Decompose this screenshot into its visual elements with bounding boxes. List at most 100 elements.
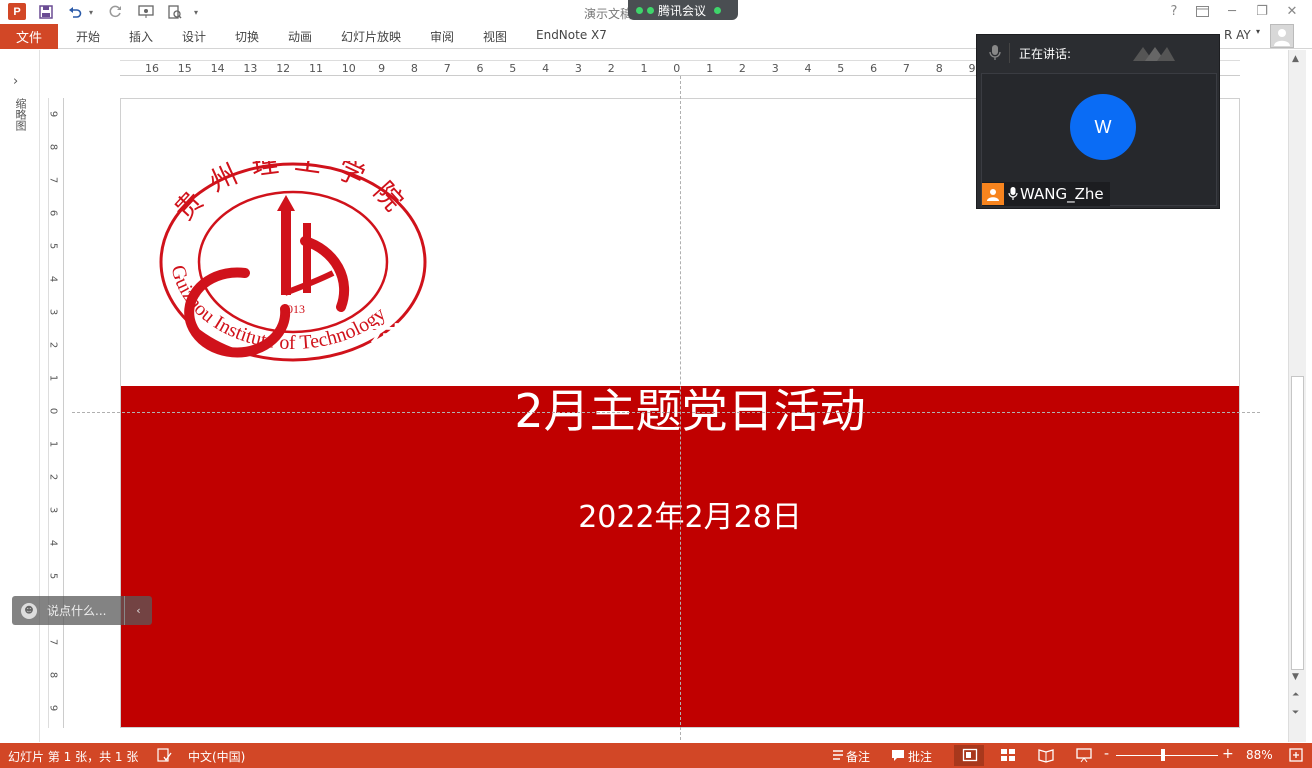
participant-mic-icon: [1008, 187, 1018, 200]
ribbon-display-options-icon[interactable]: [1192, 2, 1212, 20]
title-bar: P ▾ ▾ 演示文稿 腾讯会议 ? ─ ❐ ✕: [0, 0, 1312, 24]
redo-icon[interactable]: [106, 3, 124, 21]
ruler-tick-label: 1: [706, 62, 714, 75]
tab-home[interactable]: 开始: [76, 28, 100, 45]
ruler-tick-label: 13: [243, 62, 258, 75]
host-badge-icon: [982, 183, 1004, 205]
ruler-tick-label: 5: [509, 62, 517, 75]
zoom-slider-thumb[interactable]: [1160, 749, 1165, 761]
print-preview-icon[interactable]: [166, 3, 184, 21]
ruler-tick-label: 5: [47, 242, 59, 250]
customize-toolbar-icon[interactable]: ▾: [190, 3, 202, 21]
tab-insert[interactable]: 插入: [129, 28, 153, 45]
zoom-slider-track[interactable]: [1116, 755, 1218, 756]
reading-view-icon[interactable]: [1038, 747, 1054, 763]
comments-button[interactable]: 批注: [908, 748, 932, 765]
ruler-tick-label: 9: [968, 62, 976, 75]
meeting-header: 正在讲话:: [977, 35, 1219, 71]
comments-icon[interactable]: [890, 747, 906, 763]
network-dot-icon: [647, 6, 654, 14]
scroll-up-icon[interactable]: ▲: [1292, 54, 1299, 64]
vertical-smart-guide: [680, 76, 681, 740]
document-title: 演示文稿: [584, 7, 633, 21]
chat-input-widget[interactable]: ☻ 说点什么... ‹: [12, 596, 152, 625]
ruler-tick-label: 2: [738, 62, 746, 75]
ruler-tick-label: 3: [47, 506, 59, 514]
vertical-ruler: 9876543210123456789: [48, 98, 64, 728]
zoom-level[interactable]: 88%: [1246, 748, 1273, 762]
logo-top-text: 贵州理工学院: [169, 161, 418, 228]
close-button[interactable]: ✕: [1282, 2, 1302, 20]
scrollbar-thumb[interactable]: [1291, 376, 1304, 670]
help-icon[interactable]: ?: [1164, 2, 1184, 20]
tab-file[interactable]: 文件: [0, 24, 58, 49]
ruler-tick-label: 7: [47, 638, 59, 646]
ruler-tick-label: 11: [309, 62, 323, 75]
ruler-tick-label: 3: [771, 62, 779, 75]
expand-thumbnails-icon[interactable]: ›: [13, 74, 18, 89]
ruler-tick-label: 8: [47, 671, 59, 679]
thumbnail-panel-collapsed: › 缩略图: [0, 50, 40, 742]
slideshow-view-icon[interactable]: [1076, 747, 1092, 763]
meeting-floating-window[interactable]: 正在讲话: W WANG_Zhe: [976, 34, 1220, 209]
fit-slide-to-window-icon[interactable]: [1288, 747, 1304, 763]
powerpoint-app-icon[interactable]: P: [8, 3, 26, 20]
emoji-icon[interactable]: ☻: [21, 602, 37, 619]
ruler-tick-label: 2: [607, 62, 615, 75]
vertical-scrollbar[interactable]: ▲ ▼ ⏶ ⏷: [1288, 50, 1306, 742]
undo-icon[interactable]: [66, 3, 84, 21]
ruler-tick-label: 1: [47, 374, 59, 382]
participant-name-tag: WANG_Zhe: [982, 182, 1110, 206]
user-account-name[interactable]: R AY: [1224, 28, 1251, 42]
powerpoint-window: P ▾ ▾ 演示文稿 腾讯会议 ? ─ ❐ ✕ 文件 开始 插入 设计 切换 动…: [0, 0, 1312, 768]
next-slide-icon[interactable]: ⏷: [1292, 708, 1299, 718]
slide-sorter-view-icon[interactable]: [1000, 747, 1016, 763]
participant-name: WANG_Zhe: [1020, 185, 1104, 203]
tab-view[interactable]: 视图: [483, 28, 507, 45]
slide-title-line2[interactable]: 2月主题党日活动: [120, 375, 1260, 441]
chat-input-placeholder[interactable]: 说点什么...: [47, 602, 124, 619]
meeting-app-name: 腾讯会议: [658, 3, 707, 18]
tab-slideshow[interactable]: 幻灯片放映: [341, 28, 401, 45]
tab-transitions[interactable]: 切换: [235, 28, 259, 45]
slide-date[interactable]: 2022年2月28日: [120, 492, 1260, 536]
ruler-tick-label: 0: [673, 62, 681, 75]
ruler-tick-label: 4: [47, 539, 59, 547]
ruler-tick-label: 4: [804, 62, 812, 75]
ruler-tick-label: 6: [870, 62, 878, 75]
tab-review[interactable]: 审阅: [430, 28, 454, 45]
collapse-chat-icon[interactable]: ‹: [124, 596, 152, 625]
spelling-check-icon[interactable]: [156, 747, 172, 763]
zoom-out-button[interactable]: -: [1104, 746, 1109, 762]
horizontal-smart-guide: [72, 412, 1260, 413]
scroll-down-icon[interactable]: ▼: [1292, 672, 1299, 682]
microphone-icon[interactable]: [989, 45, 1001, 61]
header-divider: [1009, 43, 1010, 63]
slide-title-line1[interactable]: 建筑与城市规划学院教师党支部: [120, 310, 1260, 376]
minimize-button[interactable]: ─: [1222, 2, 1242, 20]
signal-dot-icon: [636, 6, 643, 14]
ruler-tick-label: 1: [47, 440, 59, 448]
meeting-status-pill[interactable]: 腾讯会议: [628, 0, 738, 20]
previous-slide-icon[interactable]: ⏶: [1292, 690, 1299, 700]
slideshow-from-start-icon[interactable]: [136, 3, 156, 21]
ruler-tick-label: 2: [47, 341, 59, 349]
tab-endnote[interactable]: EndNote X7: [536, 28, 607, 42]
notes-button[interactable]: 备注: [846, 748, 870, 765]
thumbnail-panel-label[interactable]: 缩略图: [12, 98, 28, 131]
undo-dropdown-icon[interactable]: ▾: [86, 3, 96, 21]
save-icon[interactable]: [36, 3, 56, 21]
tab-animations[interactable]: 动画: [288, 28, 312, 45]
user-avatar[interactable]: [1270, 24, 1294, 48]
ruler-tick-label: 1: [640, 62, 648, 75]
notes-icon[interactable]: [830, 747, 846, 763]
ruler-tick-label: 6: [47, 209, 59, 217]
participant-video-tile[interactable]: W WANG_Zhe: [981, 73, 1217, 206]
tab-design[interactable]: 设计: [182, 28, 206, 45]
normal-view-icon[interactable]: [962, 747, 978, 763]
language-status[interactable]: 中文(中国): [188, 748, 245, 765]
zoom-in-button[interactable]: +: [1222, 746, 1234, 762]
account-dropdown-icon[interactable]: ▾: [1256, 27, 1260, 36]
restore-button[interactable]: ❐: [1252, 2, 1272, 20]
status-bar: 幻灯片 第 1 张，共 1 张 中文(中国) 备注 批注 - + 88%: [0, 743, 1312, 768]
